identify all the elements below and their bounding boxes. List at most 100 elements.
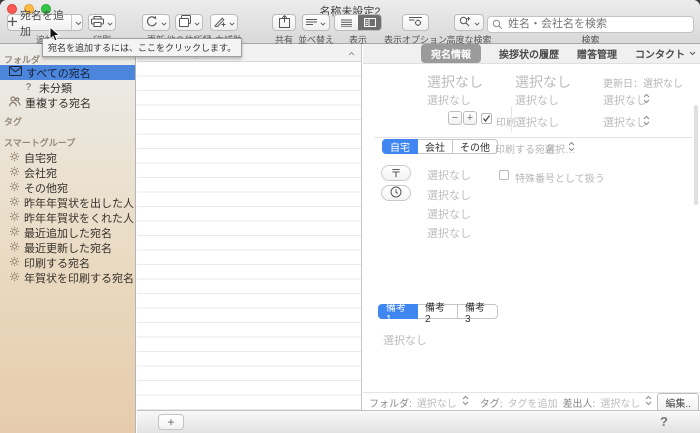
sidebar-item-nenga-to-print[interactable]: 年賀状を印刷する宛名 — [0, 270, 135, 285]
gear-icon — [9, 151, 20, 165]
sort-group: 並べ替え — [302, 14, 330, 31]
tab-greeting-history[interactable]: 挨拶状の履歴 — [499, 46, 559, 61]
folder-select[interactable]: 選択なし — [417, 395, 457, 410]
chevron-down-icon — [320, 17, 326, 29]
detail-footer: フォルダ: 選択なし タグ: タグを追加 差出人: 選択なし 編集.. — [363, 394, 700, 410]
sidebar-item-recently-added[interactable]: 最近追加した宛名 — [0, 225, 135, 240]
stepper-icon[interactable] — [645, 395, 652, 409]
address-line-2-field[interactable]: 選択なし — [427, 206, 471, 222]
tag-add-field[interactable]: タグを追加 — [508, 395, 558, 410]
add-group: 宛名を追加 追加 — [7, 14, 83, 31]
sidebar-item-sent-last-year[interactable]: 昨年年賀状を出した人 — [0, 195, 135, 210]
tab-note-3[interactable]: 備考3 — [458, 304, 498, 319]
printer-icon — [91, 16, 104, 30]
plus-icon — [8, 17, 17, 29]
tab-note-1[interactable]: 備考1 — [378, 304, 418, 319]
edit-sender-button[interactable]: 編集.. — [657, 393, 699, 412]
sidebar-item-label: 印刷する宛名 — [24, 255, 90, 271]
tab-gift-management[interactable]: 贈答管理 — [577, 46, 617, 61]
stepper-icon[interactable] — [643, 91, 650, 109]
add-recipient-button[interactable]: 宛名を追加 — [7, 14, 83, 31]
print-button[interactable] — [88, 14, 116, 31]
input-assist-group: 入力補助 — [210, 14, 238, 31]
view-list-segment[interactable] — [335, 15, 358, 30]
special-number-label: 特殊番号として扱う — [515, 170, 605, 185]
chevron-down-icon[interactable] — [75, 17, 82, 29]
joint-name-field[interactable]: 選択なし — [515, 114, 559, 130]
divider — [374, 137, 692, 138]
tab-contact[interactable]: コンタクト — [635, 46, 696, 61]
print-checkbox[interactable] — [481, 113, 492, 124]
joint-honorific-select[interactable]: 選択なし — [603, 114, 647, 130]
sidebar-item-recently-updated[interactable]: 最近更新した宛名 — [0, 240, 135, 255]
app-window: 名称未設定2 宛名を追加 追加 印刷 更新 — [0, 0, 700, 433]
folder-label: フォルダ: — [369, 395, 412, 410]
postal-code-button[interactable]: 〒 — [381, 165, 411, 181]
sidebar: フォルダ すべての宛名 ? 未分類 重複する宛名 タグ スマートグループ 自宅宛… — [0, 44, 136, 433]
segment-other[interactable]: その他 — [453, 139, 498, 154]
sidebar-item-label: 最近追加した宛名 — [24, 225, 112, 241]
sidebar-item-home[interactable]: 自宅宛 — [0, 150, 135, 165]
honorific-select[interactable]: 選択なし — [603, 92, 647, 108]
special-number-checkbox[interactable] — [499, 170, 509, 180]
sidebar-item-all-recipients[interactable]: すべての宛名 — [0, 65, 135, 80]
segment-company[interactable]: 会社 — [418, 139, 453, 154]
add-joint-name-button[interactable]: + — [463, 111, 477, 125]
sidebar-item-label: その他宛 — [24, 180, 68, 196]
first-name-kana-field[interactable]: 選択なし — [515, 92, 559, 108]
tab-note-2[interactable]: 備考2 — [418, 304, 458, 319]
question-icon: ? — [22, 82, 35, 93]
sort-button[interactable] — [302, 14, 330, 31]
address-line-3-field[interactable]: 選択なし — [427, 225, 471, 241]
segment-home[interactable]: 自宅 — [382, 139, 418, 154]
stepper-icon[interactable] — [568, 139, 575, 157]
sidebar-item-unclassified[interactable]: ? 未分類 — [0, 80, 135, 95]
view-split-segment[interactable] — [358, 15, 381, 30]
remove-joint-name-button[interactable]: − — [448, 111, 462, 125]
postal-mark-label: 〒 — [391, 165, 402, 181]
sidebar-item-received-last-year[interactable]: 昨年年賀状をくれた人 — [0, 210, 135, 225]
tab-recipient-info[interactable]: 宛名情報 — [421, 44, 481, 63]
address-books-icon — [179, 15, 191, 30]
advanced-search-button[interactable] — [454, 14, 484, 31]
last-name-field[interactable]: 選択なし — [427, 72, 483, 92]
input-assist-button[interactable] — [210, 14, 238, 31]
view-options-button[interactable] — [402, 14, 429, 31]
divider — [363, 392, 700, 393]
sidebar-item-company[interactable]: 会社宛 — [0, 165, 135, 180]
stepper-icon[interactable] — [462, 395, 469, 409]
sidebar-item-label: すべての宛名 — [26, 65, 91, 81]
gear-icon — [9, 241, 20, 255]
search-input[interactable] — [487, 16, 694, 33]
postal-code-field[interactable]: 選択なし — [427, 167, 471, 183]
recipient-list-rows[interactable] — [137, 62, 361, 410]
last-name-kana-field[interactable]: 選択なし — [427, 92, 471, 108]
stepper-icon[interactable] — [643, 113, 650, 131]
chevron-down-icon — [689, 48, 696, 59]
recipient-list-pane: 印刷 姓名 — [137, 44, 362, 410]
help-button[interactable]: ? — [660, 414, 668, 429]
sidebar-item-other[interactable]: その他宛 — [0, 180, 135, 195]
other-books-group: 他の住所録 — [175, 14, 203, 31]
view-options-group: 表示オプション — [402, 14, 429, 31]
mouse-cursor-icon — [49, 26, 61, 48]
add-row-button[interactable]: + — [158, 414, 184, 430]
first-name-field[interactable]: 選択なし — [515, 72, 571, 92]
share-button[interactable] — [272, 14, 296, 31]
sidebar-item-label: 自宅宛 — [24, 150, 57, 166]
other-books-button[interactable] — [175, 14, 203, 31]
sidebar-item-duplicates[interactable]: 重複する宛名 — [0, 95, 135, 110]
notes-tabs: 備考1 備考2 備考3 — [378, 304, 498, 319]
update-button[interactable] — [142, 14, 170, 31]
address-line-1-field[interactable]: 選択なし — [427, 187, 471, 203]
note-field[interactable]: 選択なし — [383, 332, 427, 348]
chevron-down-icon — [107, 17, 113, 29]
sidebar-item-to-print[interactable]: 印刷する宛名 — [0, 255, 135, 270]
gear-icon — [9, 181, 20, 195]
scrollbar-thumb[interactable] — [694, 105, 698, 205]
sidebar-item-label: 最近更新した宛名 — [24, 240, 112, 256]
divider — [511, 107, 512, 132]
phone-history-button[interactable] — [381, 185, 411, 201]
sort-direction-icon[interactable] — [348, 48, 355, 58]
sender-select[interactable]: 選択なし — [600, 395, 640, 410]
